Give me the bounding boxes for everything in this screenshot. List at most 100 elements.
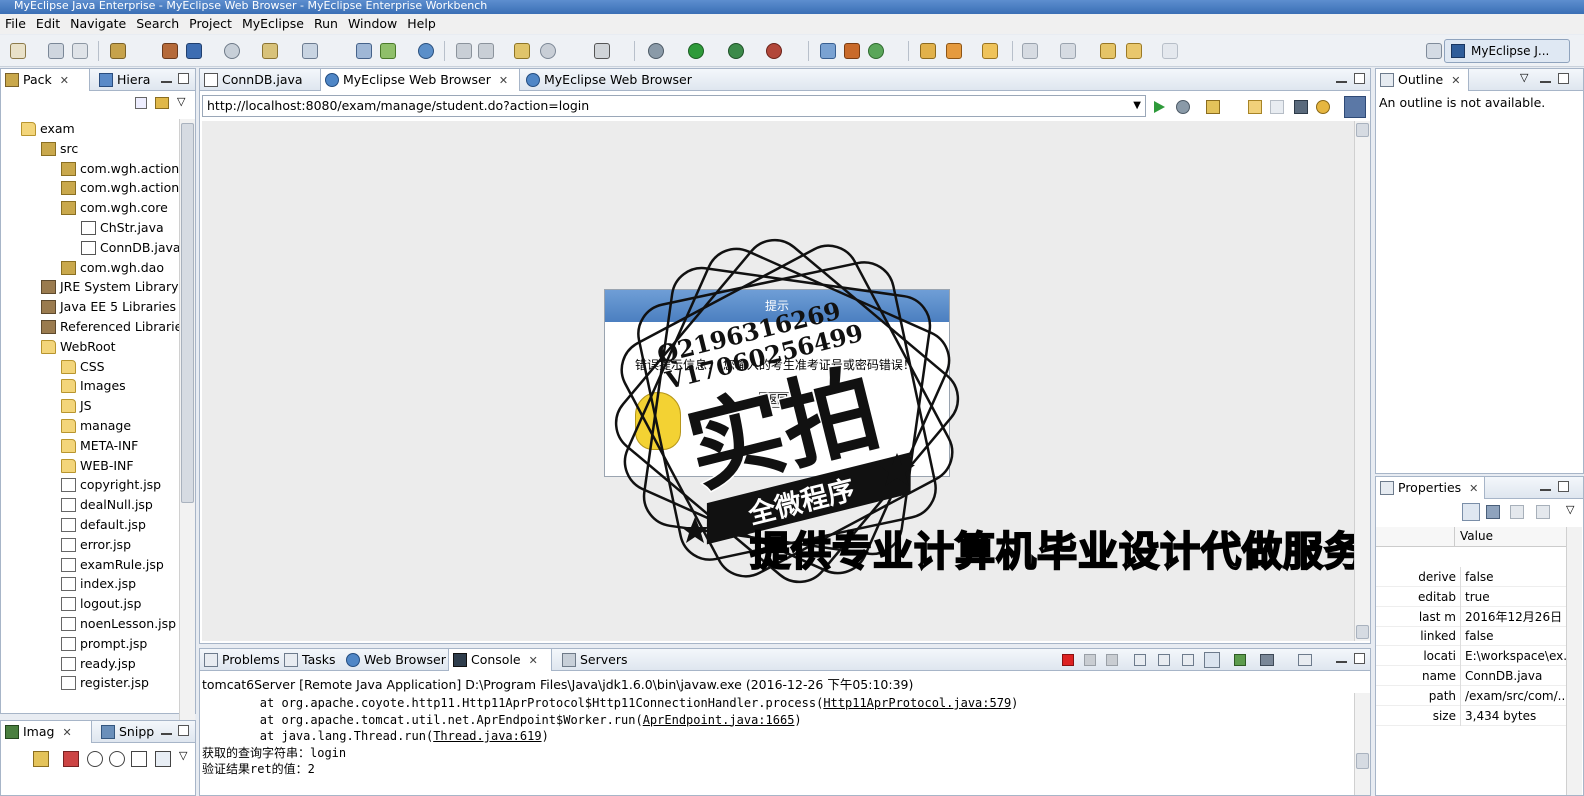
clear-image-icon[interactable] bbox=[63, 751, 79, 767]
property-row[interactable]: path/exam/src/com/... bbox=[1376, 685, 1569, 706]
tab-web-browser-view[interactable]: Web Browser bbox=[342, 649, 448, 671]
tab-properties[interactable]: Properties ✕ bbox=[1375, 477, 1485, 499]
collapse-all-icon[interactable] bbox=[135, 97, 147, 109]
menu-edit[interactable]: Edit bbox=[31, 15, 65, 33]
close-icon[interactable]: ✕ bbox=[1451, 74, 1460, 87]
advanced-icon[interactable] bbox=[1510, 505, 1524, 519]
maximize-icon[interactable] bbox=[1354, 653, 1365, 664]
camera-icon[interactable] bbox=[594, 43, 610, 59]
debug-icon[interactable] bbox=[648, 43, 664, 59]
minimize-icon[interactable] bbox=[161, 81, 172, 83]
external-tools-icon[interactable] bbox=[766, 43, 782, 59]
last-edit-icon[interactable] bbox=[1100, 43, 1116, 59]
stop-icon[interactable] bbox=[1294, 100, 1308, 114]
tab-problems[interactable]: Problems bbox=[200, 649, 280, 671]
menu-file[interactable]: File bbox=[0, 15, 31, 33]
link-editor-icon[interactable] bbox=[155, 97, 169, 109]
property-row[interactable]: locati E:\workspace\ex... bbox=[1376, 646, 1570, 667]
tab-console[interactable]: Console ✕ bbox=[448, 649, 552, 671]
filter-icon[interactable] bbox=[1486, 505, 1500, 519]
menu-navigate[interactable]: Navigate bbox=[65, 15, 131, 33]
server-icon[interactable] bbox=[224, 43, 240, 59]
go-icon[interactable] bbox=[1154, 101, 1165, 113]
forward-icon[interactable] bbox=[1162, 43, 1178, 59]
tab-package-explorer[interactable]: Pack ✕ bbox=[0, 69, 90, 91]
tab-snippets[interactable]: Snipp bbox=[97, 721, 157, 743]
tab-outline[interactable]: Outline ✕ bbox=[1375, 69, 1469, 91]
categories-icon[interactable] bbox=[1462, 503, 1480, 521]
close-icon[interactable]: ✕ bbox=[529, 654, 538, 667]
new-class-icon[interactable] bbox=[514, 43, 530, 59]
property-row[interactable]: last m 2016年12月26日 ... bbox=[1376, 606, 1570, 627]
perspective-switcher[interactable]: MyEclipse J... bbox=[1444, 39, 1570, 63]
tab-web-browser[interactable]: MyEclipse Web Browser bbox=[522, 69, 712, 91]
tab-servers[interactable]: Servers bbox=[558, 649, 630, 671]
minimize-icon[interactable] bbox=[161, 733, 172, 735]
open-image-icon[interactable] bbox=[33, 751, 49, 767]
globe-icon[interactable] bbox=[418, 43, 434, 59]
open-resource-icon[interactable] bbox=[186, 43, 202, 59]
run-icon[interactable] bbox=[688, 43, 704, 59]
view-menu-icon[interactable]: ▽ bbox=[1520, 71, 1528, 84]
tab-tasks[interactable]: Tasks bbox=[280, 649, 342, 671]
print-icon[interactable] bbox=[72, 43, 88, 59]
fit-image-icon[interactable] bbox=[155, 751, 171, 767]
open-type-icon[interactable] bbox=[162, 43, 178, 59]
menu-window[interactable]: Window bbox=[343, 15, 402, 33]
tab-image-viewer[interactable]: Imag ✕ bbox=[0, 721, 92, 743]
search-icon[interactable] bbox=[302, 43, 318, 59]
stacktrace-link[interactable]: AprEndpoint.java:1665 bbox=[643, 713, 795, 727]
folder-icon[interactable] bbox=[982, 43, 998, 59]
browser-settings-icon[interactable] bbox=[1344, 96, 1366, 118]
run-config-icon[interactable] bbox=[728, 43, 744, 59]
maximize-icon[interactable] bbox=[1354, 73, 1365, 84]
minimize-icon[interactable] bbox=[1336, 81, 1347, 83]
paste-icon[interactable] bbox=[478, 43, 494, 59]
url-input[interactable]: http://localhost:8080/exam/manage/studen… bbox=[202, 95, 1146, 117]
minimize-icon[interactable] bbox=[1336, 661, 1347, 663]
chevron-down-icon[interactable]: ▼ bbox=[1133, 96, 1141, 116]
maximize-icon[interactable] bbox=[1558, 73, 1569, 84]
tab-web-browser-active[interactable]: MyEclipse Web Browser ✕ bbox=[320, 69, 520, 91]
new-package-icon[interactable] bbox=[110, 43, 126, 59]
close-icon[interactable]: ✕ bbox=[60, 74, 69, 87]
deploy-icon[interactable] bbox=[262, 43, 278, 59]
property-row[interactable]: size 3,434 bytes bbox=[1376, 705, 1566, 726]
open-console-icon[interactable] bbox=[1260, 654, 1274, 666]
scroll-lock-icon[interactable] bbox=[1158, 654, 1170, 666]
zoom-out-icon[interactable] bbox=[87, 751, 103, 767]
word-wrap-icon[interactable] bbox=[1182, 654, 1194, 666]
maximize-icon[interactable] bbox=[178, 73, 189, 84]
back-icon[interactable] bbox=[1126, 43, 1142, 59]
close-icon[interactable]: ✕ bbox=[62, 726, 71, 739]
new-bean-icon[interactable] bbox=[844, 43, 860, 59]
terminate-icon[interactable] bbox=[1062, 654, 1074, 666]
pencil-icon[interactable] bbox=[946, 43, 962, 59]
zoom-in-icon[interactable] bbox=[109, 751, 125, 767]
display-console-icon[interactable] bbox=[1234, 654, 1246, 666]
menu-help[interactable]: Help bbox=[402, 15, 441, 33]
debug-icon[interactable] bbox=[1176, 100, 1190, 114]
refresh-icon[interactable] bbox=[1316, 100, 1330, 114]
open-perspective-icon[interactable] bbox=[1426, 43, 1442, 59]
view-menu-icon[interactable]: ▽ bbox=[179, 749, 187, 762]
minimize-icon[interactable] bbox=[1540, 489, 1551, 491]
remove-all-icon[interactable] bbox=[1106, 654, 1118, 666]
menu-search[interactable]: Search bbox=[131, 15, 184, 33]
cut-icon[interactable] bbox=[456, 43, 472, 59]
property-row[interactable]: name ConnDB.java bbox=[1376, 666, 1566, 686]
favorites-icon[interactable] bbox=[1206, 100, 1220, 114]
refresh-icon[interactable] bbox=[540, 43, 556, 59]
web-project-icon[interactable] bbox=[356, 43, 372, 59]
property-row[interactable]: editab true bbox=[1376, 586, 1566, 607]
pin-console-icon[interactable] bbox=[1204, 652, 1220, 668]
property-row[interactable]: derive false bbox=[1376, 567, 1566, 587]
browser-scrollbar[interactable] bbox=[1354, 121, 1370, 641]
restore-default-icon[interactable] bbox=[1536, 505, 1550, 519]
menu-project[interactable]: Project bbox=[184, 15, 237, 33]
view-menu-icon[interactable]: ▽ bbox=[177, 95, 185, 108]
minimize-icon[interactable] bbox=[1540, 81, 1551, 83]
open-folder-icon[interactable] bbox=[920, 43, 936, 59]
maximize-icon[interactable] bbox=[178, 725, 189, 736]
save-icon[interactable] bbox=[48, 43, 64, 59]
